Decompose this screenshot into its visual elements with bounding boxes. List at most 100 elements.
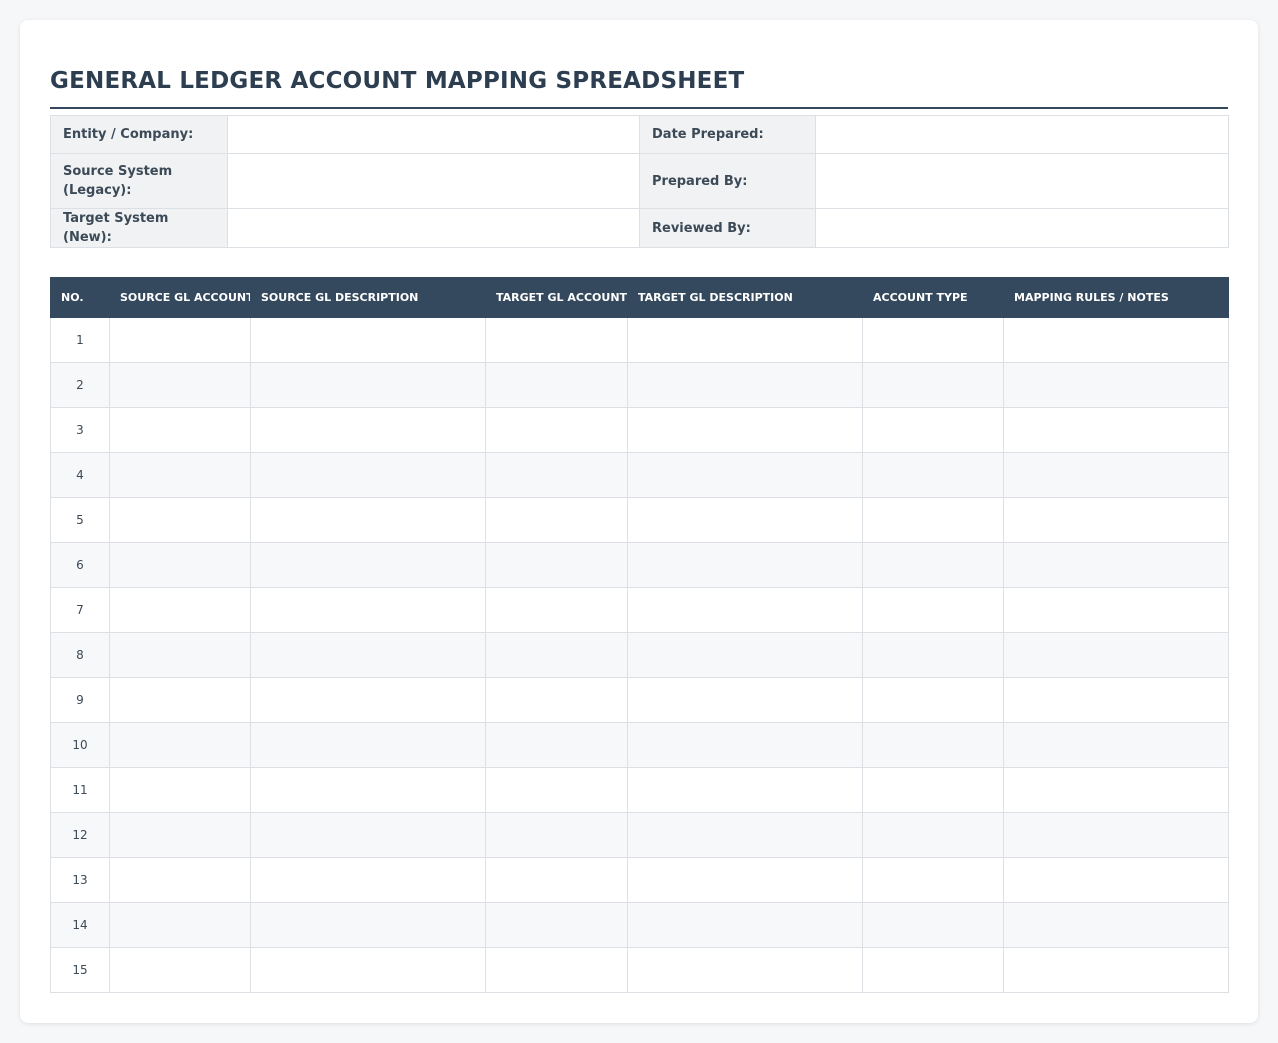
prepared-by-field[interactable]	[815, 153, 1229, 209]
source-gl-account-cell[interactable]	[109, 632, 251, 678]
account-type-cell[interactable]	[862, 812, 1004, 858]
account-type-cell[interactable]	[862, 452, 1004, 498]
table-row: 4	[50, 452, 1229, 498]
account-type-cell[interactable]	[862, 497, 1004, 543]
target-gl-account-cell[interactable]	[485, 407, 628, 453]
mapping-notes-cell[interactable]	[1003, 722, 1229, 768]
date-prepared-field[interactable]	[815, 115, 1229, 154]
target-system-field[interactable]	[227, 208, 640, 248]
source-gl-description-cell[interactable]	[250, 452, 486, 498]
target-gl-description-cell[interactable]	[627, 497, 863, 543]
target-gl-description-cell[interactable]	[627, 317, 863, 363]
reviewed-by-field[interactable]	[815, 208, 1229, 248]
account-type-cell[interactable]	[862, 407, 1004, 453]
account-type-cell[interactable]	[862, 767, 1004, 813]
source-gl-description-cell[interactable]	[250, 497, 486, 543]
account-type-cell[interactable]	[862, 542, 1004, 588]
source-gl-account-cell[interactable]	[109, 857, 251, 903]
account-type-cell[interactable]	[862, 857, 1004, 903]
account-type-cell[interactable]	[862, 722, 1004, 768]
target-gl-account-cell[interactable]	[485, 632, 628, 678]
target-gl-description-cell[interactable]	[627, 722, 863, 768]
source-gl-account-cell[interactable]	[109, 317, 251, 363]
source-gl-description-cell[interactable]	[250, 632, 486, 678]
target-gl-description-cell[interactable]	[627, 542, 863, 588]
source-gl-description-cell[interactable]	[250, 362, 486, 408]
target-gl-description-cell[interactable]	[627, 587, 863, 633]
source-system-field[interactable]	[227, 153, 640, 209]
target-gl-account-cell[interactable]	[485, 542, 628, 588]
target-gl-description-cell[interactable]	[627, 857, 863, 903]
source-gl-account-cell[interactable]	[109, 542, 251, 588]
source-gl-description-cell[interactable]	[250, 812, 486, 858]
target-gl-description-cell[interactable]	[627, 632, 863, 678]
mapping-notes-cell[interactable]	[1003, 407, 1229, 453]
target-gl-account-cell[interactable]	[485, 902, 628, 948]
source-gl-description-cell[interactable]	[250, 317, 486, 363]
source-gl-account-cell[interactable]	[109, 407, 251, 453]
row-number-cell: 2	[50, 362, 110, 408]
target-gl-account-cell[interactable]	[485, 587, 628, 633]
mapping-notes-cell[interactable]	[1003, 632, 1229, 678]
source-gl-account-cell[interactable]	[109, 497, 251, 543]
mapping-notes-cell[interactable]	[1003, 587, 1229, 633]
mapping-notes-cell[interactable]	[1003, 362, 1229, 408]
source-gl-account-cell[interactable]	[109, 677, 251, 723]
mapping-notes-cell[interactable]	[1003, 497, 1229, 543]
source-gl-description-cell[interactable]	[250, 407, 486, 453]
target-gl-account-cell[interactable]	[485, 497, 628, 543]
target-gl-account-cell[interactable]	[485, 722, 628, 768]
target-gl-description-cell[interactable]	[627, 452, 863, 498]
target-gl-account-cell[interactable]	[485, 317, 628, 363]
target-gl-account-cell[interactable]	[485, 767, 628, 813]
account-type-cell[interactable]	[862, 947, 1004, 993]
account-type-cell[interactable]	[862, 317, 1004, 363]
mapping-notes-cell[interactable]	[1003, 812, 1229, 858]
source-gl-account-cell[interactable]	[109, 767, 251, 813]
target-gl-account-cell[interactable]	[485, 947, 628, 993]
source-gl-account-cell[interactable]	[109, 947, 251, 993]
target-gl-account-cell[interactable]	[485, 812, 628, 858]
mapping-notes-cell[interactable]	[1003, 677, 1229, 723]
target-gl-description-cell[interactable]	[627, 947, 863, 993]
target-gl-description-cell[interactable]	[627, 677, 863, 723]
table-row: 1	[50, 317, 1229, 363]
account-type-cell[interactable]	[862, 902, 1004, 948]
target-gl-description-cell[interactable]	[627, 362, 863, 408]
source-gl-description-cell[interactable]	[250, 677, 486, 723]
mapping-notes-cell[interactable]	[1003, 317, 1229, 363]
target-gl-description-cell[interactable]	[627, 812, 863, 858]
source-gl-description-cell[interactable]	[250, 902, 486, 948]
account-type-cell[interactable]	[862, 587, 1004, 633]
source-gl-description-cell[interactable]	[250, 857, 486, 903]
target-gl-description-cell[interactable]	[627, 407, 863, 453]
mapping-notes-cell[interactable]	[1003, 452, 1229, 498]
mapping-notes-cell[interactable]	[1003, 902, 1229, 948]
source-gl-description-cell[interactable]	[250, 542, 486, 588]
source-gl-account-cell[interactable]	[109, 722, 251, 768]
target-gl-account-cell[interactable]	[485, 362, 628, 408]
source-gl-account-cell[interactable]	[109, 452, 251, 498]
target-gl-account-cell[interactable]	[485, 857, 628, 903]
target-gl-account-cell[interactable]	[485, 452, 628, 498]
entity-field[interactable]	[227, 115, 640, 154]
account-type-cell[interactable]	[862, 677, 1004, 723]
account-type-cell[interactable]	[862, 632, 1004, 678]
source-gl-account-cell[interactable]	[109, 812, 251, 858]
mapping-notes-cell[interactable]	[1003, 947, 1229, 993]
source-gl-account-cell[interactable]	[109, 587, 251, 633]
target-gl-description-cell[interactable]	[627, 767, 863, 813]
mapping-notes-cell[interactable]	[1003, 767, 1229, 813]
source-gl-account-cell[interactable]	[109, 362, 251, 408]
account-type-cell[interactable]	[862, 362, 1004, 408]
mapping-notes-cell[interactable]	[1003, 542, 1229, 588]
target-gl-description-cell[interactable]	[627, 902, 863, 948]
source-gl-description-cell[interactable]	[250, 722, 486, 768]
target-gl-account-cell[interactable]	[485, 677, 628, 723]
source-gl-account-cell[interactable]	[109, 902, 251, 948]
mapping-notes-cell[interactable]	[1003, 857, 1229, 903]
source-gl-description-cell[interactable]	[250, 767, 486, 813]
table-row: 8	[50, 632, 1229, 678]
source-gl-description-cell[interactable]	[250, 947, 486, 993]
source-gl-description-cell[interactable]	[250, 587, 486, 633]
